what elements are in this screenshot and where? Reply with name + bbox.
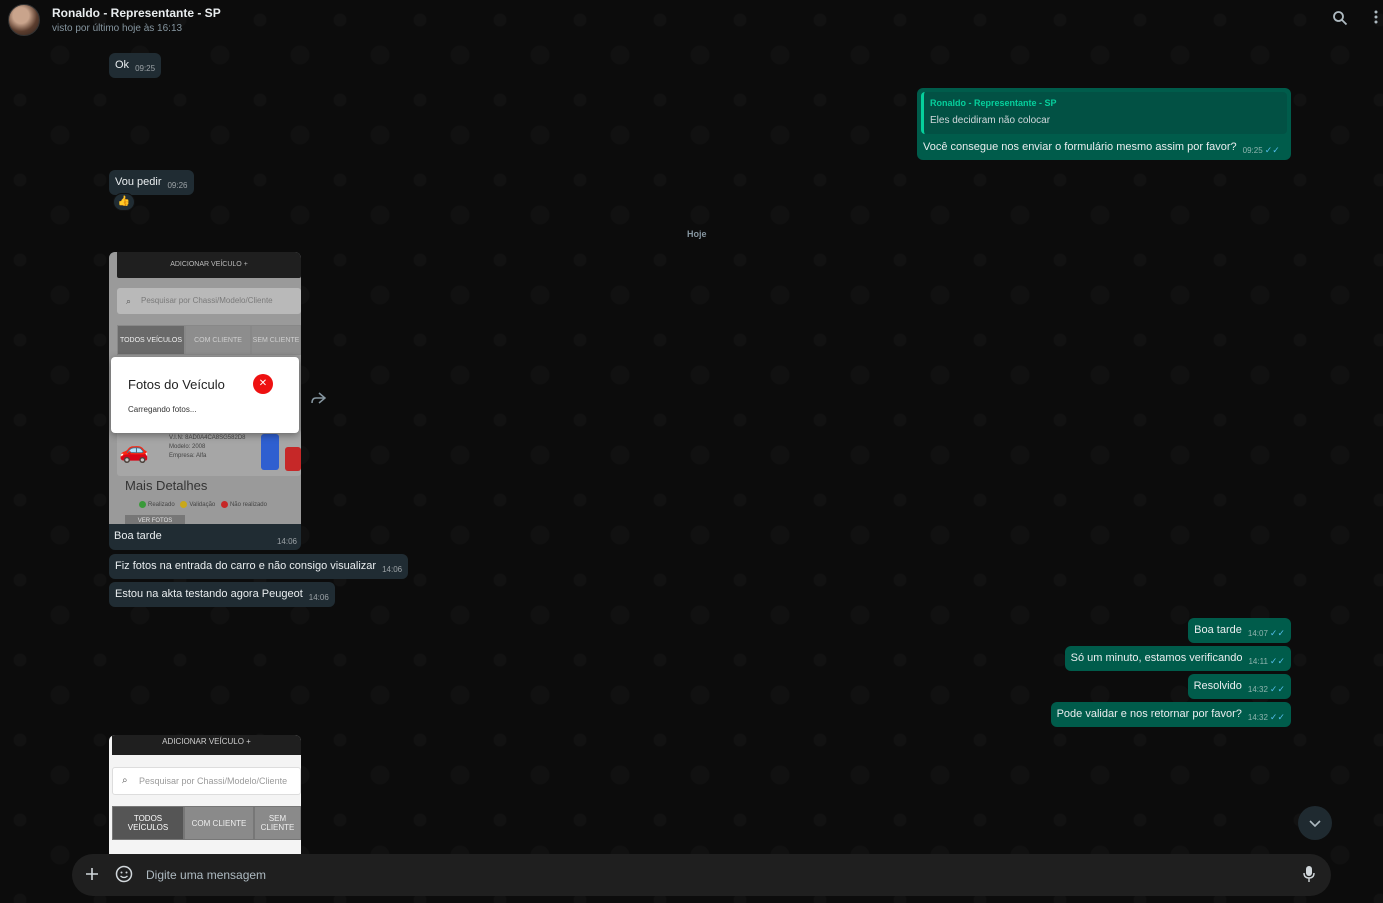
quote-text: Eles decidiram não colocar: [930, 115, 1051, 126]
message-text: Resolvido: [1193, 680, 1242, 692]
message-text: Estou na akta testando agora Peugeot: [115, 588, 303, 600]
message-outgoing[interactable]: Pode validar e nos retornar por favor? 14…: [1050, 702, 1291, 727]
image-thumbnail[interactable]: ADICIONAR VEÍCULO + ⌕ Pesquisar por Chas…: [109, 252, 301, 524]
modal-subtitle: Carregando fotos...: [128, 405, 197, 414]
contact-name: Ronaldo - Representante - SP: [52, 5, 221, 20]
message-text: Fiz fotos na entrada do carro e não cons…: [115, 560, 377, 572]
message-incoming[interactable]: Vou pedir 09:26: [109, 170, 194, 195]
screenshot-tabs: TODOS VEÍCULOS COM CLIENTE SEM CLIENTE: [112, 806, 301, 840]
screenshot-top-bar: ADICIONAR VEÍCULO +: [117, 252, 301, 278]
search-icon[interactable]: [1330, 10, 1350, 30]
vehicle-company: Empresa: Alfa: [169, 453, 207, 459]
image-message[interactable]: ADICIONAR VEÍCULO + ⌕ Pesquisar por Chas…: [109, 735, 301, 855]
user-icon: [285, 447, 301, 471]
modal-title: Fotos do Veículo: [128, 377, 225, 392]
message-outgoing[interactable]: Só um minuto, estamos verificando 14:11 ✓✓: [1064, 646, 1291, 671]
close-icon: ✕: [253, 374, 273, 394]
message-outgoing[interactable]: Resolvido 14:32 ✓✓: [1187, 674, 1291, 699]
message-time: 14:07: [1247, 629, 1268, 638]
message-outgoing-reply[interactable]: Ronaldo - Representante - SP Eles decidi…: [917, 88, 1291, 160]
screenshot-tab: TODOS VEÍCULOS: [117, 325, 185, 355]
image-message[interactable]: ADICIONAR VEÍCULO + ⌕ Pesquisar por Chas…: [109, 252, 301, 550]
message-text: Pode validar e nos retornar por favor?: [1056, 708, 1242, 720]
double-check-icon: ✓✓: [1269, 684, 1285, 694]
message-text: Você consegue nos enviar o formulário me…: [923, 141, 1237, 153]
message-time: 14:06: [308, 593, 329, 602]
contact-info[interactable]: Ronaldo - Representante - SP visto por ú…: [52, 6, 221, 35]
image-caption: Boa tarde: [114, 530, 162, 542]
quote-author: Ronaldo - Representante - SP: [930, 98, 1057, 108]
search-icon: ⌕: [126, 296, 132, 306]
double-check-icon: ✓✓: [1269, 712, 1285, 722]
message-outgoing[interactable]: Boa tarde 14:07 ✓✓: [1188, 618, 1291, 643]
message-time: 14:06: [382, 565, 403, 574]
chevron-down-icon: [1309, 820, 1321, 828]
screenshot-tab: SEM CLIENTE: [254, 806, 301, 840]
message-time: 09:26: [167, 181, 188, 190]
message-text: Só um minuto, estamos verificando: [1070, 652, 1243, 664]
screenshot-tab: COM CLIENTE: [184, 806, 254, 840]
legend-item: Não realizado: [229, 502, 267, 509]
message-time: 14:06: [276, 537, 297, 546]
forward-icon[interactable]: [310, 392, 327, 409]
screenshot-tab: COM CLIENTE: [185, 325, 251, 355]
message-text: Ok: [115, 59, 130, 71]
reaction-badge[interactable]: 👍: [113, 193, 135, 211]
screenshot-vehicle-info: V.I.N: 8AD0A4CA8SG582D8 Modelo: 2008 Emp…: [169, 434, 246, 461]
message-incoming[interactable]: Fiz fotos na entrada do carro e não cons…: [109, 554, 409, 579]
quoted-message[interactable]: Ronaldo - Representante - SP Eles decidi…: [921, 92, 1287, 134]
message-text: Vou pedir: [115, 176, 162, 188]
menu-icon[interactable]: [1370, 10, 1382, 30]
screenshot-legend: Realizado Validação Não realizado: [139, 501, 267, 508]
screenshot-button: VER FOTOS: [125, 515, 185, 524]
vehicle-vin: V.I.N: 8AD0A4CA8SG582D8: [169, 435, 246, 441]
swap-icon: [261, 434, 279, 470]
screenshot-search: ⌕ Pesquisar por Chassi/Modelo/Cliente: [112, 767, 301, 795]
vehicle-model: Modelo: 2008: [169, 444, 206, 450]
sticker-icon[interactable]: [114, 865, 134, 885]
double-check-icon: ✓✓: [1269, 628, 1285, 638]
mic-icon[interactable]: [1299, 865, 1319, 885]
screenshot-tab: SEM CLIENTE: [251, 325, 301, 355]
screenshot-top-bar: ADICIONAR VEÍCULO +: [112, 735, 301, 755]
screenshot-search-placeholder: Pesquisar por Chassi/Modelo/Cliente: [139, 776, 288, 786]
message-time: 14:11: [1248, 657, 1268, 666]
car-icon: 🚗: [119, 437, 149, 464]
message-text: Boa tarde: [1194, 624, 1242, 636]
message-input[interactable]: [146, 868, 1299, 882]
plus-icon[interactable]: [82, 865, 102, 885]
screenshot-tab: TODOS VEÍCULOS: [112, 806, 184, 840]
screenshot-modal: Fotos do Veículo ✕ Carregando fotos...: [111, 357, 299, 433]
screenshot-search: ⌕ Pesquisar por Chassi/Modelo/Cliente: [117, 288, 301, 314]
chat-header[interactable]: Ronaldo - Representante - SP visto por ú…: [0, 0, 1383, 40]
message-incoming[interactable]: Ok 09:25: [109, 53, 162, 78]
contact-status: visto por último hoje às 16:13: [52, 22, 183, 34]
message-composer[interactable]: [72, 854, 1331, 896]
screenshot-more-details: Mais Detalhes: [125, 478, 208, 493]
scroll-down-button[interactable]: [1298, 806, 1332, 840]
legend-item: Realizado: [148, 502, 175, 509]
avatar[interactable]: [8, 4, 40, 36]
message-incoming[interactable]: Estou na akta testando agora Peugeot 14:0…: [109, 582, 335, 607]
message-time: 09:25: [135, 64, 156, 73]
double-check-icon: ✓✓: [1264, 145, 1280, 155]
screenshot-tabs: TODOS VEÍCULOS COM CLIENTE SEM CLIENTE: [117, 325, 301, 355]
legend-item: Validação: [189, 502, 216, 509]
message-time: 14:32: [1247, 685, 1268, 694]
message-time: 14:32: [1247, 713, 1268, 722]
double-check-icon: ✓✓: [1269, 656, 1285, 666]
screenshot-search-placeholder: Pesquisar por Chassi/Modelo/Cliente: [141, 296, 273, 305]
date-separator: Hoje: [687, 229, 707, 239]
message-time: 09:25: [1242, 146, 1263, 155]
search-icon: ⌕: [122, 775, 128, 786]
